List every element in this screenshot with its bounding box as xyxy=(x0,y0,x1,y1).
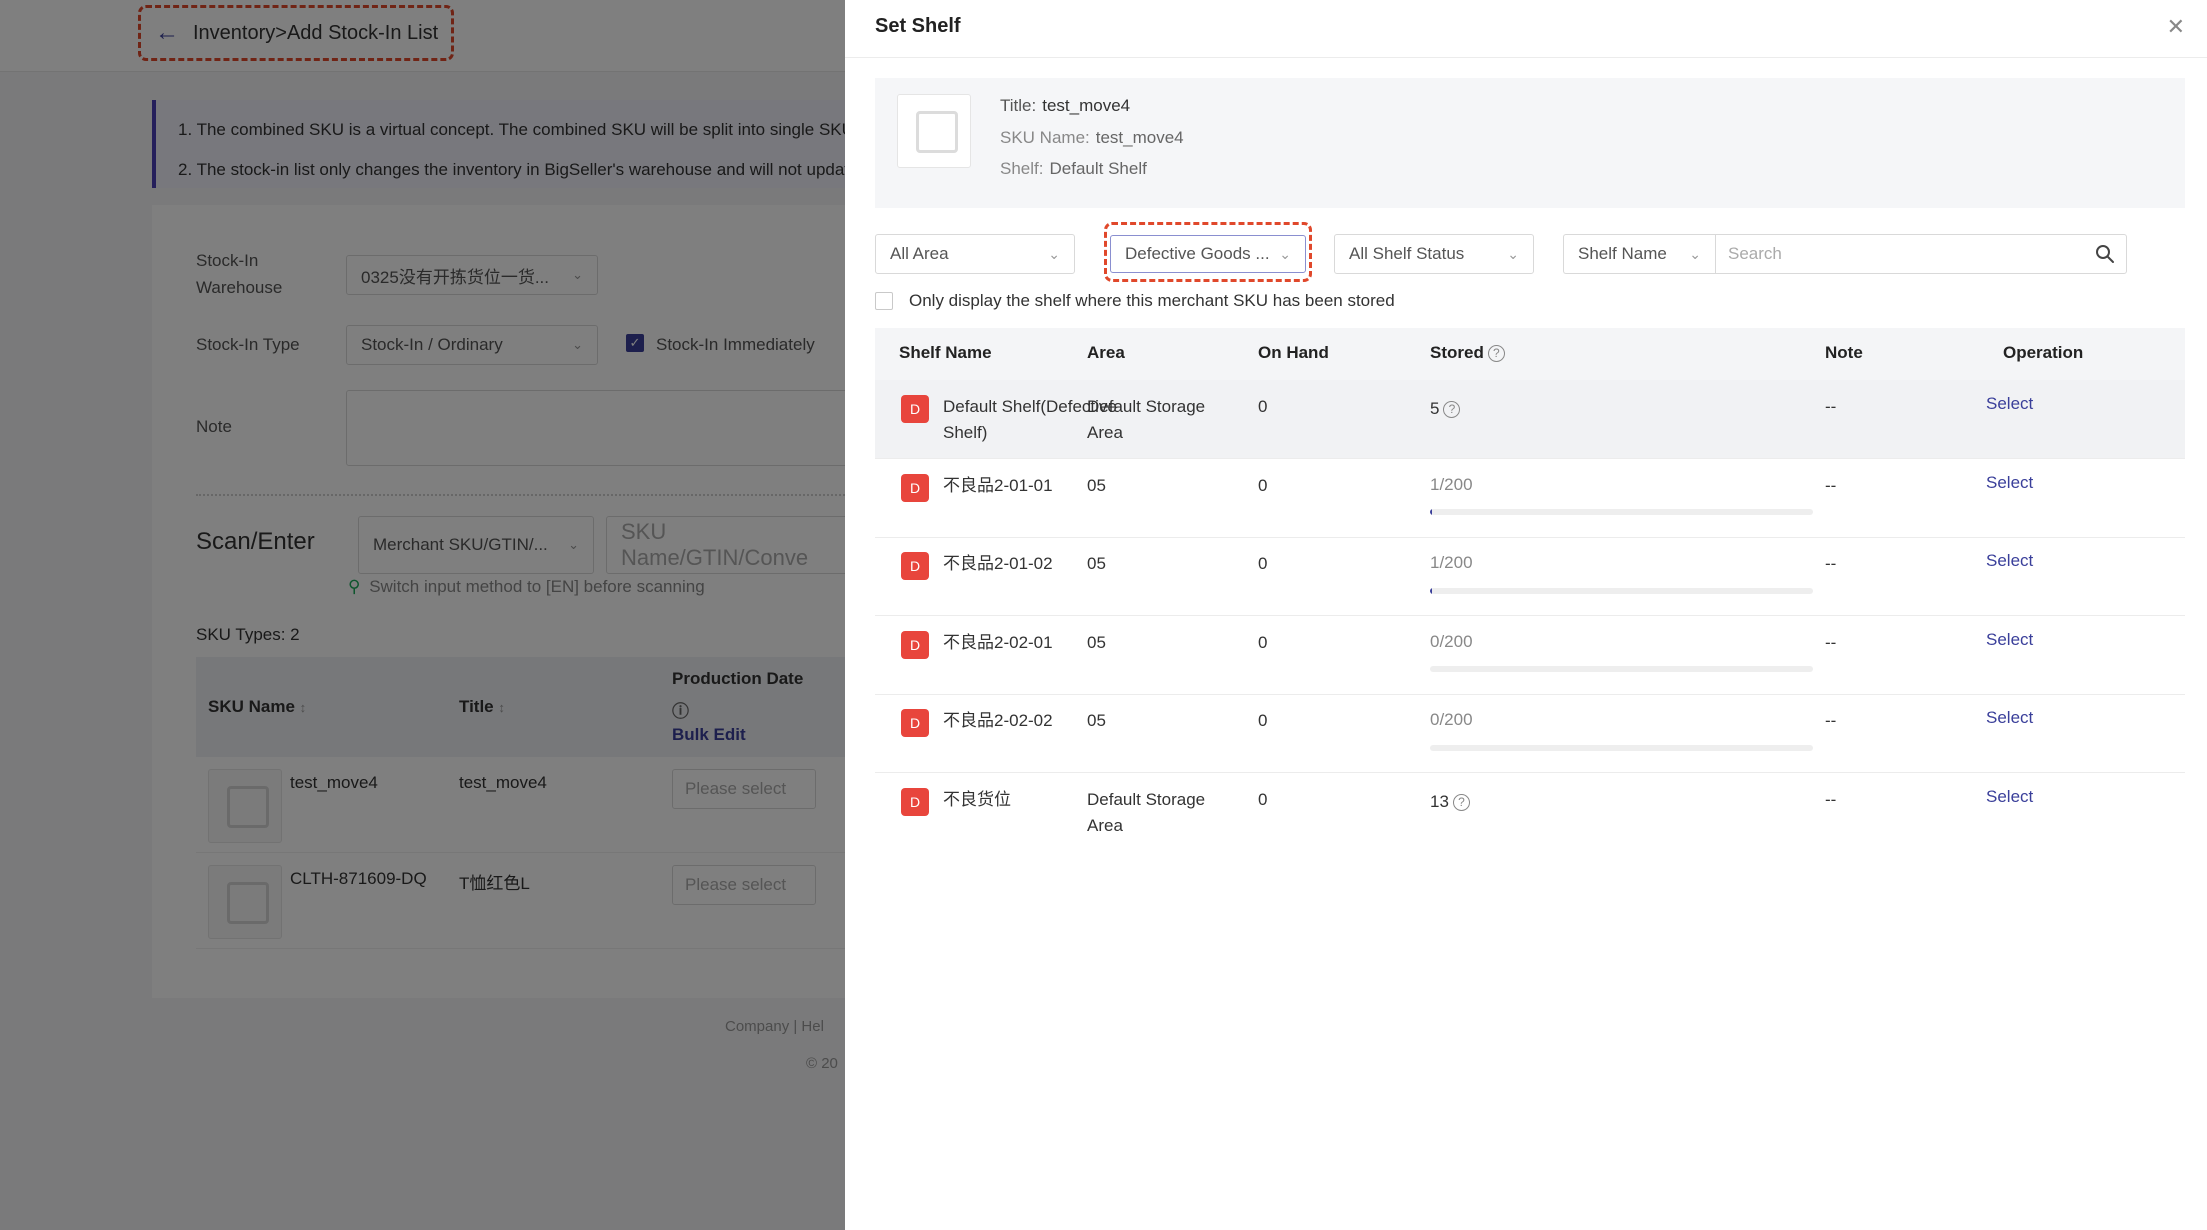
stored-progress-bar xyxy=(1430,745,1813,751)
search-input[interactable] xyxy=(1715,234,2127,274)
defective-badge: D xyxy=(901,395,929,423)
stored-progress-bar xyxy=(1430,588,1813,594)
shelf-area: Default Storage Area xyxy=(1087,397,1206,442)
note: -- xyxy=(1825,711,1837,730)
stored: 5? xyxy=(1430,396,1461,422)
product-info: Title: test_move4 SKU Name: test_move4 She… xyxy=(875,78,2185,208)
help-icon[interactable]: ? xyxy=(1452,794,1470,812)
area-filter-value: All Area xyxy=(890,244,949,263)
shelf-area: 05 xyxy=(1087,554,1106,573)
on-hand: 0 xyxy=(1258,633,1268,652)
chevron-down-icon: ⌄ xyxy=(1048,245,1060,262)
select-link[interactable]: Select xyxy=(1986,551,2033,571)
drawer-header: Set Shelf ✕ xyxy=(845,0,2207,58)
stored-progress-bar xyxy=(1430,509,1813,515)
stored-progress-bar xyxy=(1430,666,1813,672)
table-row: D 不良货位 Default Storage Area 0 13? -- Sel… xyxy=(875,773,2185,853)
stored-text: 1/200 xyxy=(1430,553,1473,572)
table-row: D 不良品2-01-02 05 0 1/200 -- Select xyxy=(875,538,2185,616)
on-hand: 0 xyxy=(1258,397,1268,416)
search-icon[interactable] xyxy=(2095,244,2115,264)
search-type-value: Shelf Name xyxy=(1578,244,1667,263)
col-stored: Stored? xyxy=(1430,343,1505,363)
shelf-name: 不良品2-01-02 xyxy=(943,554,1053,573)
col-on-hand: On Hand xyxy=(1258,343,1329,362)
note: -- xyxy=(1825,790,1837,809)
select-link[interactable]: Select xyxy=(1986,787,2033,807)
stored-text: 0/200 xyxy=(1430,632,1473,651)
table-row: D Default Shelf(Defective Shelf) Default… xyxy=(875,380,2185,459)
table-row: D 不良品2-01-01 05 0 1/200 -- Select xyxy=(875,459,2185,538)
defective-badge: D xyxy=(901,631,929,659)
shelf-status-filter[interactable]: All Shelf Status ⌄ xyxy=(1334,234,1534,274)
col-shelf-name: Shelf Name xyxy=(899,343,992,362)
defective-badge: D xyxy=(901,788,929,816)
col-operation: Operation xyxy=(2003,343,2084,362)
shelf-table-header: Shelf Name Area On Hand Stored? Note Ope… xyxy=(875,328,2185,380)
shelf-area: 05 xyxy=(1087,476,1106,495)
shelf-status-filter-value: All Shelf Status xyxy=(1349,244,1465,263)
on-hand: 0 xyxy=(1258,476,1268,495)
only-display-checkbox[interactable] xyxy=(875,292,893,310)
note: -- xyxy=(1825,476,1837,495)
col-note: Note xyxy=(1825,343,1863,362)
shelf-area: Default Storage Area xyxy=(1087,790,1206,835)
shelf-name: 不良品2-01-01 xyxy=(943,476,1053,495)
shelf-name: 不良品2-02-02 xyxy=(943,711,1053,730)
shelf-name: 不良品2-02-01 xyxy=(943,633,1053,652)
stored: 13? xyxy=(1430,789,1470,815)
on-hand: 0 xyxy=(1258,554,1268,573)
chevron-down-icon: ⌄ xyxy=(1507,245,1519,262)
drawer-title: Set Shelf xyxy=(875,15,961,37)
product-shelf: Shelf: Default Shelf xyxy=(1000,159,1147,178)
on-hand: 0 xyxy=(1258,711,1268,730)
select-link[interactable]: Select xyxy=(1986,708,2033,728)
only-display-label: Only display the shelf where this mercha… xyxy=(909,291,1395,310)
table-row: D 不良品2-02-02 05 0 0/200 -- Select xyxy=(875,695,2185,773)
product-title: Title: test_move4 xyxy=(1000,96,1131,115)
shelf-area: 05 xyxy=(1087,633,1106,652)
note: -- xyxy=(1825,554,1837,573)
stored-text: 1/200 xyxy=(1430,475,1473,494)
close-icon[interactable]: ✕ xyxy=(2167,14,2185,40)
select-link[interactable]: Select xyxy=(1986,473,2033,493)
stored-text: 0/200 xyxy=(1430,710,1473,729)
defective-badge: D xyxy=(901,474,929,502)
area-filter[interactable]: All Area ⌄ xyxy=(875,234,1075,274)
chevron-down-icon: ⌄ xyxy=(1689,245,1701,262)
select-link[interactable]: Select xyxy=(1986,630,2033,650)
stored-progress-fill xyxy=(1430,588,1433,594)
no-image-icon xyxy=(897,94,971,168)
search-type-select[interactable]: Shelf Name ⌄ xyxy=(1563,234,1715,274)
help-icon[interactable]: ? xyxy=(1443,401,1461,419)
highlight-box xyxy=(1104,222,1312,282)
on-hand: 0 xyxy=(1258,790,1268,809)
shelf-area: 05 xyxy=(1087,711,1106,730)
select-link[interactable]: Select xyxy=(1986,394,2033,414)
defective-badge: D xyxy=(901,709,929,737)
shelf-name: 不良货位 xyxy=(943,790,1011,809)
set-shelf-drawer: Set Shelf ✕ Title: test_move4 SKU Name: te… xyxy=(845,0,2207,1230)
stored-progress-fill xyxy=(1430,509,1433,515)
col-area: Area xyxy=(1087,343,1125,362)
note: -- xyxy=(1825,633,1837,652)
defective-badge: D xyxy=(901,552,929,580)
help-icon[interactable]: ? xyxy=(1487,345,1505,363)
table-row: D 不良品2-02-01 05 0 0/200 -- Select xyxy=(875,616,2185,695)
note: -- xyxy=(1825,397,1837,416)
product-sku: SKU Name: test_move4 xyxy=(1000,128,1184,147)
